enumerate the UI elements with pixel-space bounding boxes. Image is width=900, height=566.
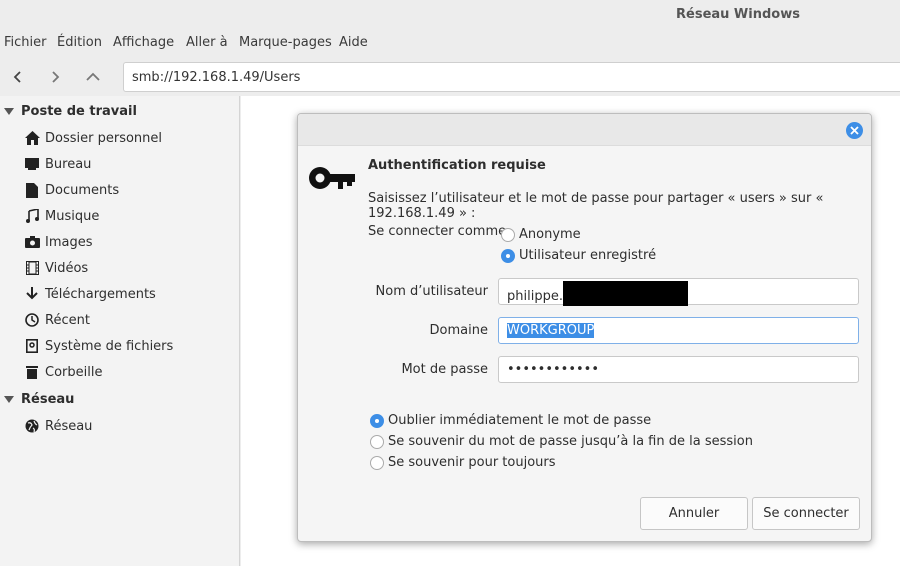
menu-aide[interactable]: Aide	[339, 35, 368, 50]
username-value: philippe.	[507, 289, 563, 304]
chevron-right-icon	[52, 71, 60, 83]
home-icon	[24, 130, 40, 146]
key-icon	[309, 167, 355, 189]
menu-affichage[interactable]: Affichage	[113, 35, 174, 50]
sidebar: Poste de travail Dossier personnel Burea…	[0, 96, 240, 566]
radio-label: Se souvenir pour toujours	[388, 455, 556, 470]
dialog-header	[298, 114, 871, 146]
radio-button	[501, 248, 515, 263]
address-bar[interactable]: smb://192.168.1.49/Users	[123, 62, 900, 92]
navigation-bar: smb://192.168.1.49/Users	[0, 60, 900, 94]
radio-label: Utilisateur enregistré	[519, 248, 657, 263]
radio-anonymous[interactable]: Anonyme	[501, 227, 581, 242]
radio-button	[370, 434, 384, 449]
auth-dialog: Authentification requise Saisissez l’uti…	[297, 113, 872, 542]
sidebar-item-trash[interactable]: Corbeille	[24, 362, 102, 382]
camera-icon	[24, 234, 40, 250]
close-icon	[850, 126, 859, 135]
sidebar-item-label: Système de fichiers	[45, 338, 174, 354]
trash-icon	[24, 364, 40, 380]
radio-button	[501, 227, 515, 242]
sidebar-item-documents[interactable]: Documents	[24, 180, 119, 200]
sidebar-section-computer[interactable]: Poste de travail	[4, 104, 137, 119]
menu-bar: Fichier Édition Affichage Aller à Marque…	[0, 30, 900, 56]
sidebar-item-label: Documents	[45, 182, 120, 198]
sidebar-item-label: Corbeille	[45, 364, 103, 380]
redacted-block	[562, 281, 688, 306]
sidebar-item-label: Dossier personnel	[45, 130, 163, 146]
window-title: Réseau Windows	[676, 7, 800, 22]
sidebar-item-home[interactable]: Dossier personnel	[24, 128, 162, 148]
domain-value: WORKGROUP	[507, 323, 595, 338]
username-field[interactable]: philippe.	[498, 278, 859, 306]
back-button[interactable]	[5, 64, 31, 90]
radio-label: Anonyme	[519, 227, 581, 242]
username-label: Nom d’utilisateur	[375, 284, 488, 299]
download-icon	[24, 286, 40, 302]
radio-label: Se souvenir du mot de passe jusqu’à la f…	[388, 434, 753, 449]
connect-button[interactable]: Se connecter	[752, 497, 860, 530]
title-bar: Réseau Windows	[0, 0, 900, 30]
dialog-title: Authentification requise	[368, 158, 546, 173]
domain-field[interactable]: WORKGROUP	[498, 317, 859, 344]
connect-as-label: Se connecter comme	[368, 224, 507, 239]
sidebar-item-images[interactable]: Images	[24, 232, 93, 252]
password-label: Mot de passe	[401, 362, 488, 377]
sidebar-item-label: Réseau	[45, 418, 93, 434]
menu-aller[interactable]: Aller à	[186, 35, 228, 50]
chevron-left-icon	[13, 71, 21, 83]
clock-icon	[24, 312, 40, 328]
sidebar-item-filesystem[interactable]: Système de fichiers	[24, 336, 173, 356]
sidebar-section-label: Réseau	[21, 392, 75, 407]
domain-label: Domaine	[429, 323, 488, 338]
up-button[interactable]	[80, 64, 106, 90]
password-field[interactable]: ••••••••••••	[498, 356, 859, 383]
sidebar-item-label: Images	[45, 234, 93, 250]
sidebar-item-network[interactable]: Réseau	[24, 416, 92, 436]
close-button[interactable]	[846, 122, 863, 139]
menu-marque-pages[interactable]: Marque-pages	[239, 35, 332, 50]
drive-icon	[24, 338, 40, 354]
sidebar-item-desktop[interactable]: Bureau	[24, 154, 91, 174]
sidebar-section-network[interactable]: Réseau	[4, 392, 74, 407]
sidebar-item-label: Bureau	[45, 156, 92, 172]
menu-fichier[interactable]: Fichier	[4, 35, 47, 50]
sidebar-item-downloads[interactable]: Téléchargements	[24, 284, 156, 304]
radio-registered-user[interactable]: Utilisateur enregistré	[501, 248, 656, 263]
sidebar-item-label: Récent	[45, 312, 90, 328]
radio-remember-forever[interactable]: Se souvenir pour toujours	[370, 455, 556, 470]
sidebar-item-recent[interactable]: Récent	[24, 310, 90, 330]
menu-edition[interactable]: Édition	[57, 35, 102, 50]
collapse-triangle-icon	[4, 396, 14, 403]
dialog-message: Saisissez l’utilisateur et le mot de pas…	[368, 191, 824, 221]
radio-button	[370, 413, 384, 428]
chevron-up-icon	[86, 72, 100, 81]
sidebar-item-label: Vidéos	[45, 260, 89, 276]
radio-label: Oublier immédiatement le mot de passe	[388, 413, 652, 428]
sidebar-section-label: Poste de travail	[21, 104, 137, 119]
sidebar-item-label: Téléchargements	[45, 286, 156, 302]
radio-forget-password[interactable]: Oublier immédiatement le mot de passe	[370, 413, 651, 428]
radio-button	[370, 455, 384, 470]
radio-remember-session[interactable]: Se souvenir du mot de passe jusqu’à la f…	[370, 434, 753, 449]
music-icon	[24, 208, 40, 224]
document-icon	[24, 182, 40, 198]
cancel-button[interactable]: Annuler	[640, 497, 748, 530]
forward-button[interactable]	[42, 64, 68, 90]
sidebar-item-label: Musique	[45, 208, 100, 224]
sidebar-item-videos[interactable]: Vidéos	[24, 258, 88, 278]
globe-icon	[24, 418, 40, 434]
sidebar-item-music[interactable]: Musique	[24, 206, 99, 226]
film-icon	[24, 260, 40, 276]
password-value: ••••••••••••	[507, 362, 600, 377]
desktop-icon	[24, 156, 40, 172]
collapse-triangle-icon	[4, 108, 14, 115]
